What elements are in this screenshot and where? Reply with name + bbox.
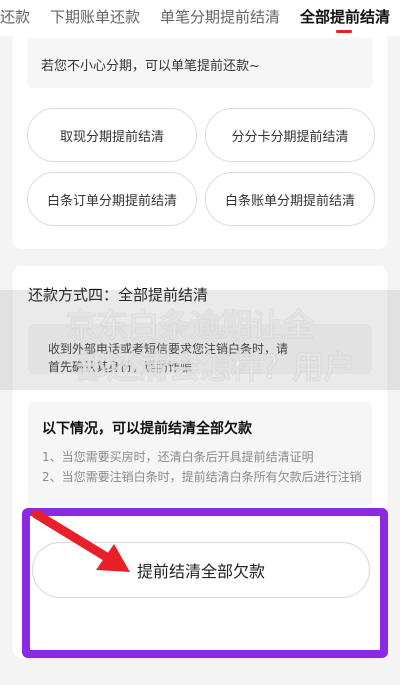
tip-text: 若您不小心分期，可以单笔提前还款~ bbox=[41, 59, 260, 74]
installment-payoff-card: 若您不小心分期，可以单笔提前还款~ 取现分期提前结清 分分卡分期提前结清 白条订… bbox=[13, 36, 387, 249]
conditions-box: 以下情况，可以提前结清全部欠款 1、当您需要买房时，还清白条后开具提前结清证明 … bbox=[28, 402, 372, 506]
tab-repay[interactable]: 还款 bbox=[0, 6, 30, 27]
baitiao-bill-payoff-button[interactable]: 白条账单分期提前结清 bbox=[205, 172, 375, 226]
cash-installment-payoff-button[interactable]: 取现分期提前结清 bbox=[27, 108, 197, 162]
red-arrow-icon bbox=[31, 509, 130, 572]
watermark-line-1: 京东白条逾期让全 bbox=[66, 308, 315, 345]
conditions-title: 以下情况，可以提前结清全部欠款 bbox=[42, 421, 252, 437]
active-tab-indicator bbox=[336, 30, 352, 33]
tab-single-installment-payoff[interactable]: 单笔分期提前结清 bbox=[160, 6, 280, 27]
tab-bar: 还款 下期账单还款 单笔分期提前结清 全部提前结清 bbox=[0, 0, 400, 36]
tab-next-bill-repay[interactable]: 下期账单还款 bbox=[50, 6, 140, 27]
watermark-line-2: 部还清会怎样？用户 bbox=[76, 350, 356, 387]
condition-item-2: 2、当您需要注销白条时，提前结清白条所有欠款后进行注销 bbox=[42, 470, 362, 484]
condition-item-1: 1、当您需要买房时，还清白条后开具提前结清证明 bbox=[42, 450, 314, 464]
tab-full-payoff[interactable]: 全部提前结清 bbox=[300, 6, 390, 27]
baitiao-order-payoff-button[interactable]: 白条订单分期提前结清 bbox=[27, 172, 197, 226]
tip-box: 若您不小心分期，可以单笔提前还款~ bbox=[27, 38, 373, 88]
fenfen-card-payoff-button[interactable]: 分分卡分期提前结清 bbox=[205, 108, 375, 162]
